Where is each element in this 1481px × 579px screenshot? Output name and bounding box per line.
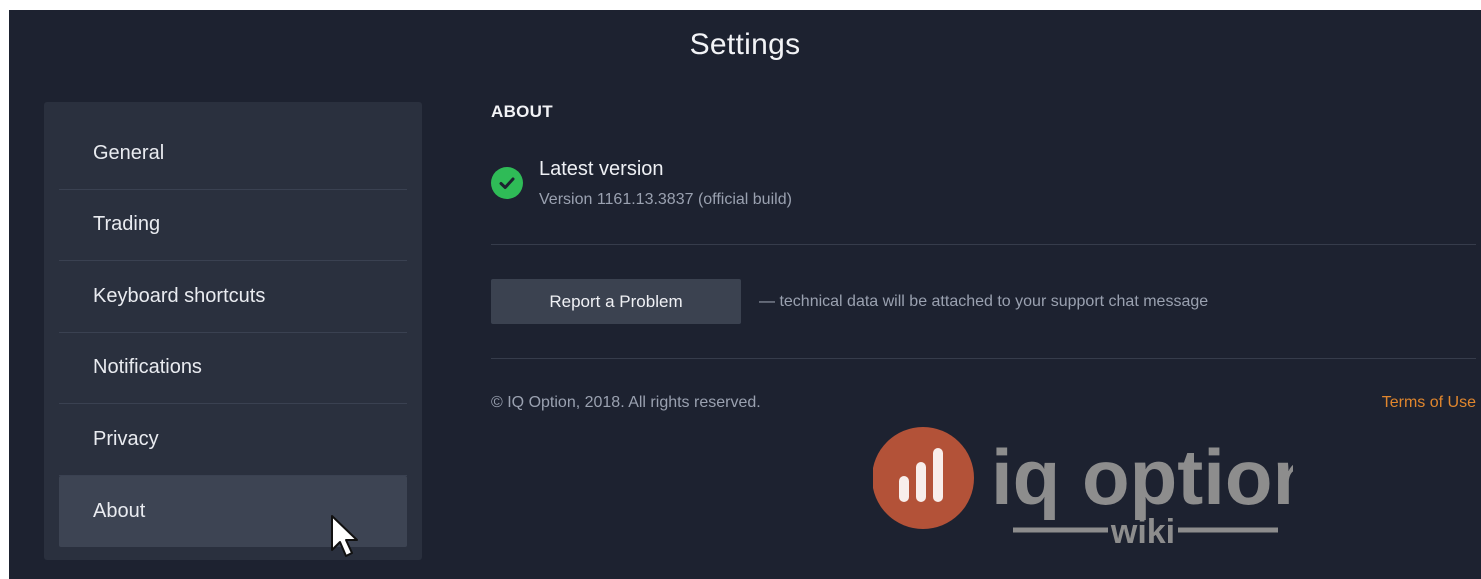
sidebar-item-trading[interactable]: Trading xyxy=(59,190,407,261)
section-heading: ABOUT xyxy=(491,102,553,121)
mouse-cursor-icon xyxy=(331,514,358,557)
divider xyxy=(491,244,1476,245)
page-title: Settings xyxy=(689,28,801,61)
copyright-text: © IQ Option, 2018. All rights reserved. xyxy=(491,394,761,411)
sidebar-item-label: About xyxy=(93,499,146,522)
sidebar-item-label: Trading xyxy=(93,213,161,236)
footer: © IQ Option, 2018. All rights reserved. … xyxy=(491,394,1476,412)
version-detail: Version 1161.13.3837 (official build) xyxy=(539,191,792,208)
terms-of-use-link[interactable]: Terms of Use xyxy=(1382,394,1476,412)
about-panel: ABOUT Latest version Version 1161.13.383… xyxy=(491,102,1476,411)
version-info: Latest version Version 1161.13.3837 (off… xyxy=(491,158,792,209)
divider xyxy=(491,358,1476,359)
sidebar-item-privacy[interactable]: Privacy xyxy=(59,404,407,476)
sidebar-item-label: Keyboard shortcuts xyxy=(93,284,266,307)
bar-chart-icon xyxy=(873,427,974,529)
report-problem-button[interactable]: Report a Problem xyxy=(491,279,741,324)
sidebar-item-about[interactable]: About xyxy=(59,475,407,557)
sidebar-item-label: General xyxy=(93,141,165,164)
check-circle-icon xyxy=(491,167,523,199)
sidebar-item-label: Notifications xyxy=(93,356,202,379)
version-status: Latest version xyxy=(539,158,664,180)
report-row: Report a Problem — technical data will b… xyxy=(491,279,1208,324)
sidebar-item-label: Privacy xyxy=(93,427,159,450)
settings-sidebar: General Trading Keyboard shortcuts Notif… xyxy=(44,102,422,560)
report-note: — technical data will be attached to you… xyxy=(759,292,1209,310)
watermark-sub: wiki xyxy=(1110,513,1175,551)
sidebar-item-keyboard-shortcuts[interactable]: Keyboard shortcuts xyxy=(59,261,407,333)
watermark-brand: iq option xyxy=(991,433,1293,521)
sidebar-item-notifications[interactable]: Notifications xyxy=(59,333,407,404)
sidebar-item-general[interactable]: General xyxy=(59,118,407,190)
iq-option-wiki-watermark: iq option wiki xyxy=(873,427,1293,551)
